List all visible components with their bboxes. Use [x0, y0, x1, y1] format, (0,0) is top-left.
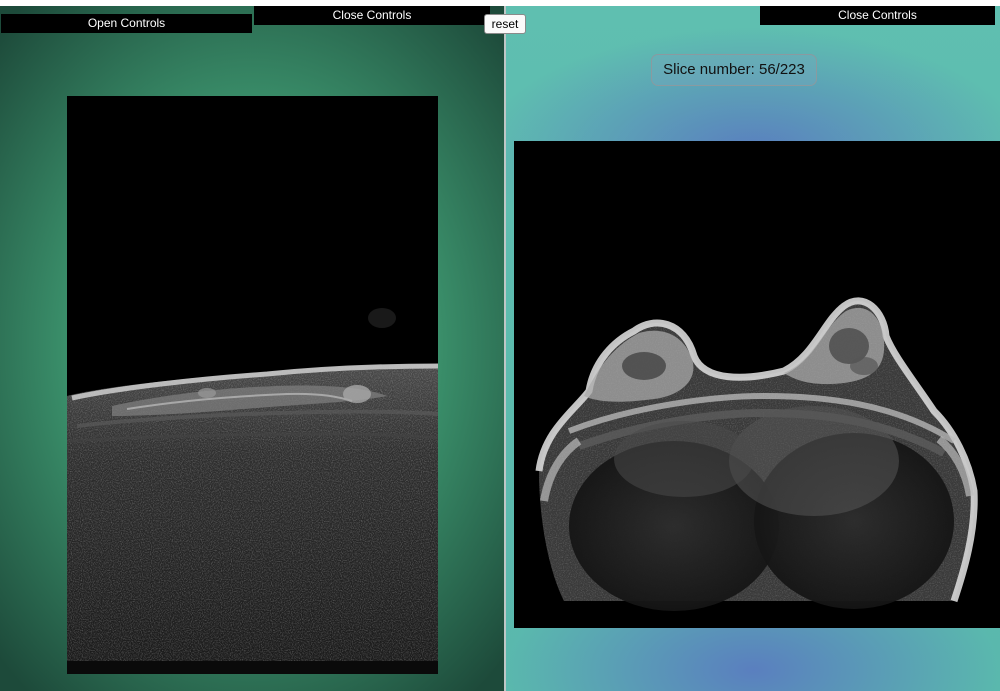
close-controls-button-right[interactable]: Close Controls — [760, 6, 995, 25]
mri-sagittal-slice-icon — [67, 96, 438, 674]
slice-number-label: Slice number: 56/223 — [651, 54, 817, 86]
mri-axial-slice-icon — [514, 141, 1000, 628]
axial-mri-view[interactable] — [514, 141, 1000, 628]
app-viewport: Open Controls Close Controls Close Contr… — [0, 0, 1000, 691]
sagittal-mri-view[interactable] — [67, 96, 438, 674]
reset-button[interactable]: reset — [484, 14, 526, 34]
open-controls-button[interactable]: Open Controls — [1, 14, 252, 33]
close-controls-button-left[interactable]: Close Controls — [254, 6, 490, 25]
